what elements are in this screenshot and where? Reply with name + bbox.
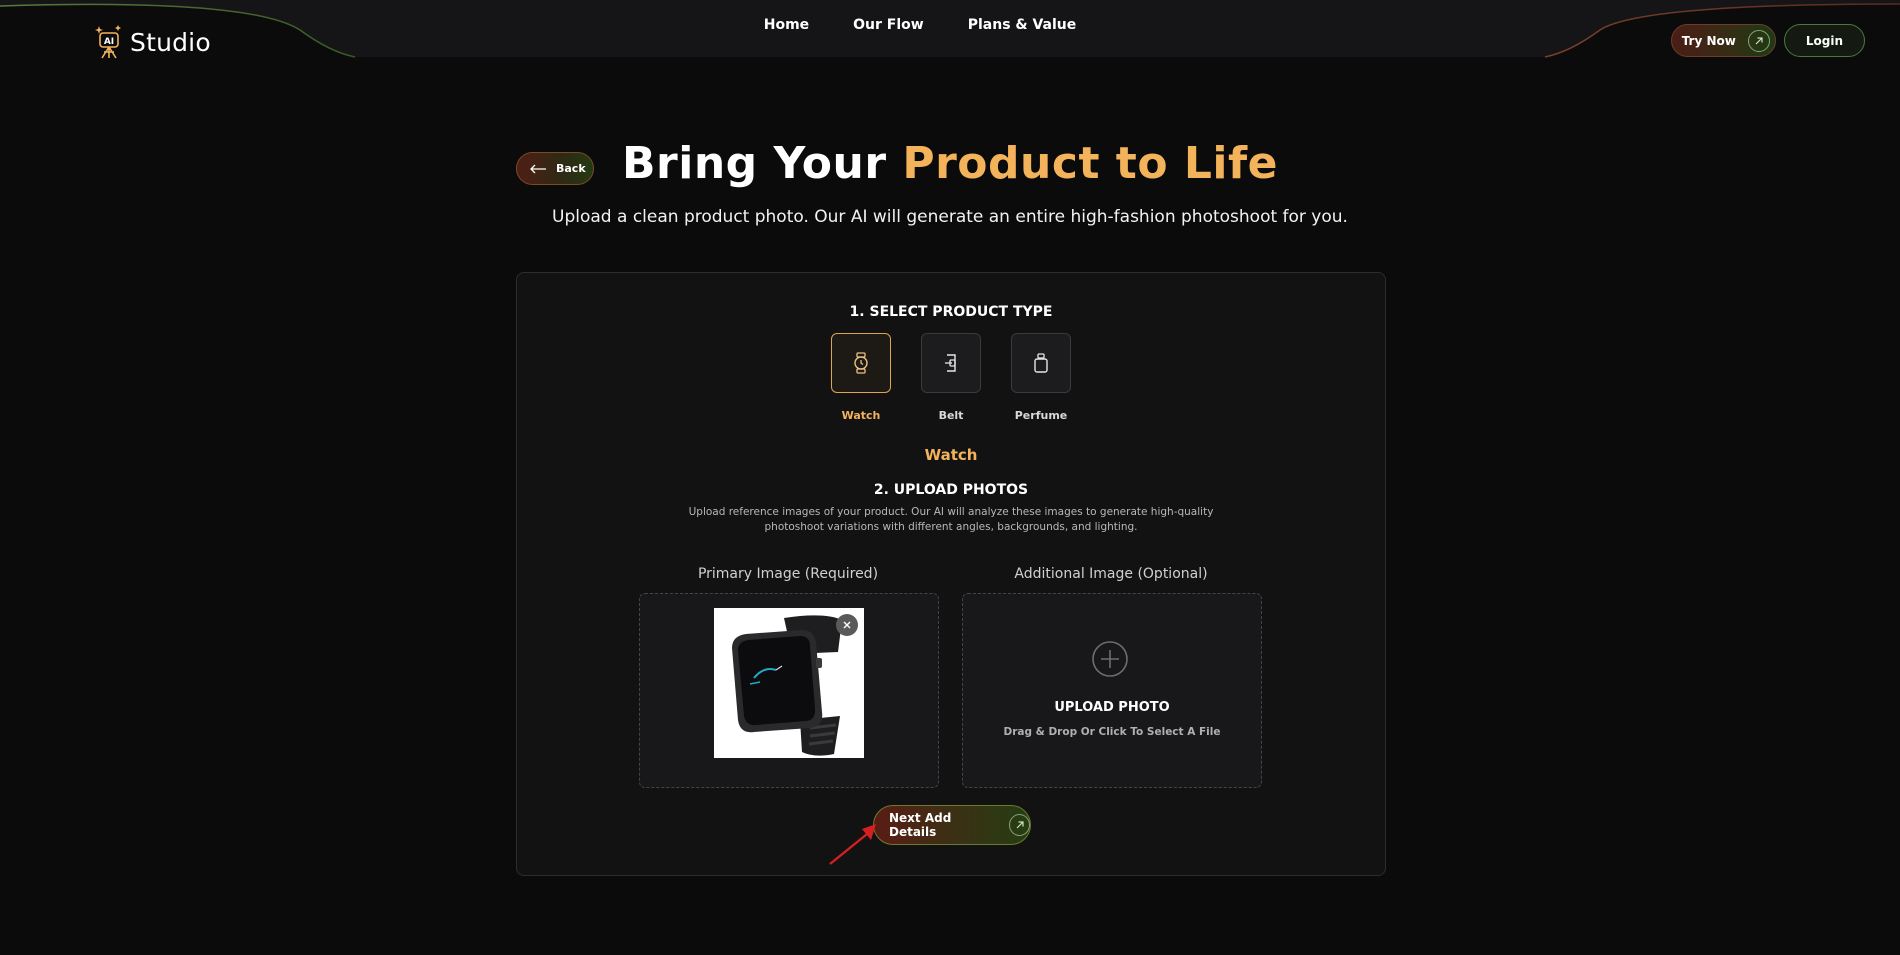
annotation-arrow-icon xyxy=(829,824,876,865)
watch-icon xyxy=(854,352,868,374)
upload-description: Upload reference images of your product.… xyxy=(688,506,1214,533)
type-label-belt: Belt xyxy=(938,409,964,422)
title-main: Bring Your xyxy=(622,138,903,189)
next-label: Next Add Details xyxy=(889,811,952,839)
logo[interactable]: AI Studio xyxy=(92,24,211,60)
type-label-watch: Watch xyxy=(841,409,881,422)
ai-logo-icon: AI xyxy=(95,25,121,59)
nav-our-flow[interactable]: Our Flow xyxy=(853,17,924,33)
nav-plans-value[interactable]: Plans & Value xyxy=(968,17,1077,33)
type-option-belt[interactable]: Belt xyxy=(921,333,981,422)
type-box-belt[interactable] xyxy=(921,333,981,393)
nav-home[interactable]: Home xyxy=(764,17,809,33)
step2-title: 2. UPLOAD PHOTOS xyxy=(873,482,1029,498)
perfume-icon xyxy=(1034,353,1048,373)
site-header: AI Studio Home Our Flow Plans & Value Tr… xyxy=(0,0,1900,60)
remove-image-button[interactable] xyxy=(836,614,858,636)
additional-dropzone[interactable]: UPLOAD PHOTO Drag & Drop Or Click To Sel… xyxy=(962,593,1262,788)
header-actions: Try Now Login xyxy=(1670,24,1865,57)
next-add-details-button[interactable]: Next Add Details xyxy=(873,805,1031,845)
login-button[interactable]: Login xyxy=(1783,24,1865,57)
primary-image-label: Primary Image (Required) xyxy=(697,566,879,582)
close-icon xyxy=(843,621,851,629)
logo-badge-text: AI xyxy=(104,37,114,47)
page-subtitle: Upload a clean product photo. Our AI wil… xyxy=(552,207,1348,227)
type-option-perfume[interactable]: Perfume xyxy=(1011,333,1071,422)
type-box-watch[interactable] xyxy=(831,333,891,393)
arrow-up-right-icon xyxy=(1009,814,1030,836)
primary-dropzone[interactable] xyxy=(639,593,939,788)
try-now-button[interactable]: Try Now xyxy=(1670,24,1776,57)
logo-text: Studio xyxy=(130,27,211,57)
arrow-up-right-icon xyxy=(1747,29,1770,52)
product-type-selector: Watch Belt Perfume xyxy=(517,333,1385,422)
additional-image-label: Additional Image (Optional) xyxy=(1014,566,1208,582)
plus-circle-icon xyxy=(1092,641,1128,677)
upload-photo-title: UPLOAD PHOTO xyxy=(1054,700,1170,715)
upload-card: 1. SELECT PRODUCT TYPE Watch Belt Perfum… xyxy=(516,272,1386,876)
page-title: Bring Your Product to Life xyxy=(0,138,1900,189)
header-decoration xyxy=(0,0,1900,58)
step1-title: 1. SELECT PRODUCT TYPE xyxy=(849,304,1053,320)
belt-icon xyxy=(945,354,956,372)
page: AI Studio Home Our Flow Plans & Value Tr… xyxy=(0,0,1900,955)
title-accent: Product to Life xyxy=(902,138,1278,189)
type-box-perfume[interactable] xyxy=(1011,333,1071,393)
selected-type-label: Watch xyxy=(924,446,978,464)
type-label-perfume: Perfume xyxy=(1014,409,1068,422)
try-now-label: Try Now xyxy=(1681,33,1736,48)
upload-photo-hint: Drag & Drop Or Click To Select A File xyxy=(1003,726,1221,738)
type-option-watch[interactable]: Watch xyxy=(831,333,891,422)
